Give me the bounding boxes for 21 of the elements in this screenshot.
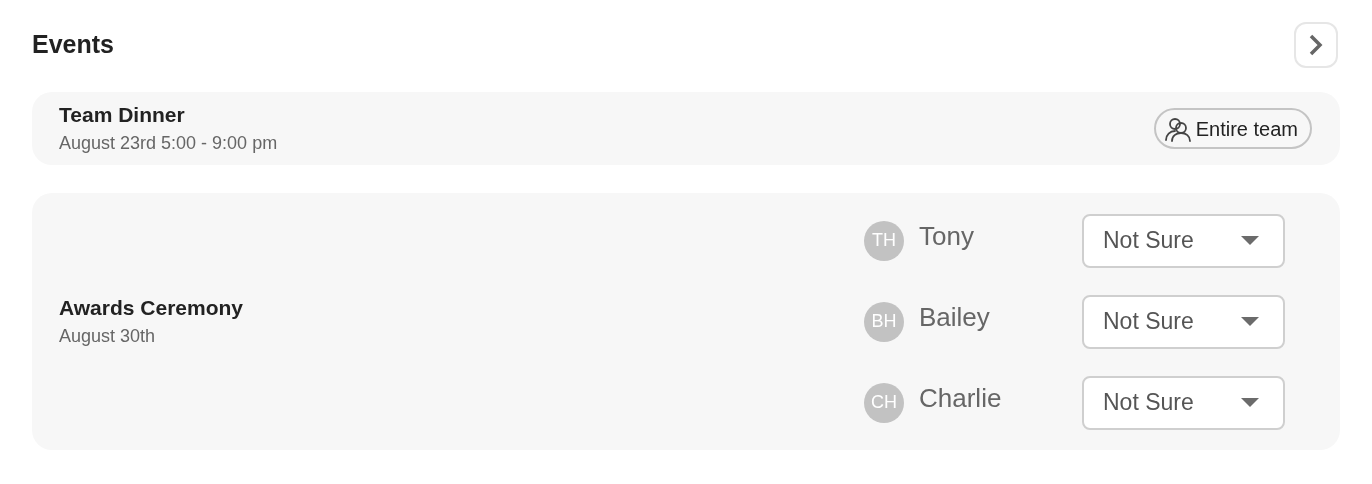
caret-icon xyxy=(1241,235,1259,246)
avatar: BH xyxy=(864,301,904,342)
attendee-name: Tony xyxy=(919,220,975,253)
avatar: CH xyxy=(864,382,904,423)
response-dropdown[interactable]: Not Sure xyxy=(1082,375,1285,430)
attendee-name: Charlie xyxy=(919,382,1003,415)
caret-icon xyxy=(1241,316,1259,327)
people-icon xyxy=(1163,115,1192,142)
response-dropdown[interactable]: Not Sure xyxy=(1082,213,1285,268)
next-button[interactable] xyxy=(1294,22,1338,68)
avatar: TH xyxy=(864,220,904,261)
chevron-right-icon xyxy=(1309,34,1323,56)
caret-icon xyxy=(1241,397,1259,408)
event-date: August 23rd 5:00 - 9:00 pm xyxy=(59,131,278,155)
attendee-name: Bailey xyxy=(919,301,991,334)
response-dropdown[interactable]: Not Sure xyxy=(1082,294,1285,349)
event-date: August 30th xyxy=(59,324,157,348)
event-name: Awards Ceremony xyxy=(59,294,244,321)
section-title: Events xyxy=(32,29,114,61)
audience-chip[interactable]: Entire team xyxy=(1153,108,1312,149)
event-name: Team Dinner xyxy=(59,101,186,128)
